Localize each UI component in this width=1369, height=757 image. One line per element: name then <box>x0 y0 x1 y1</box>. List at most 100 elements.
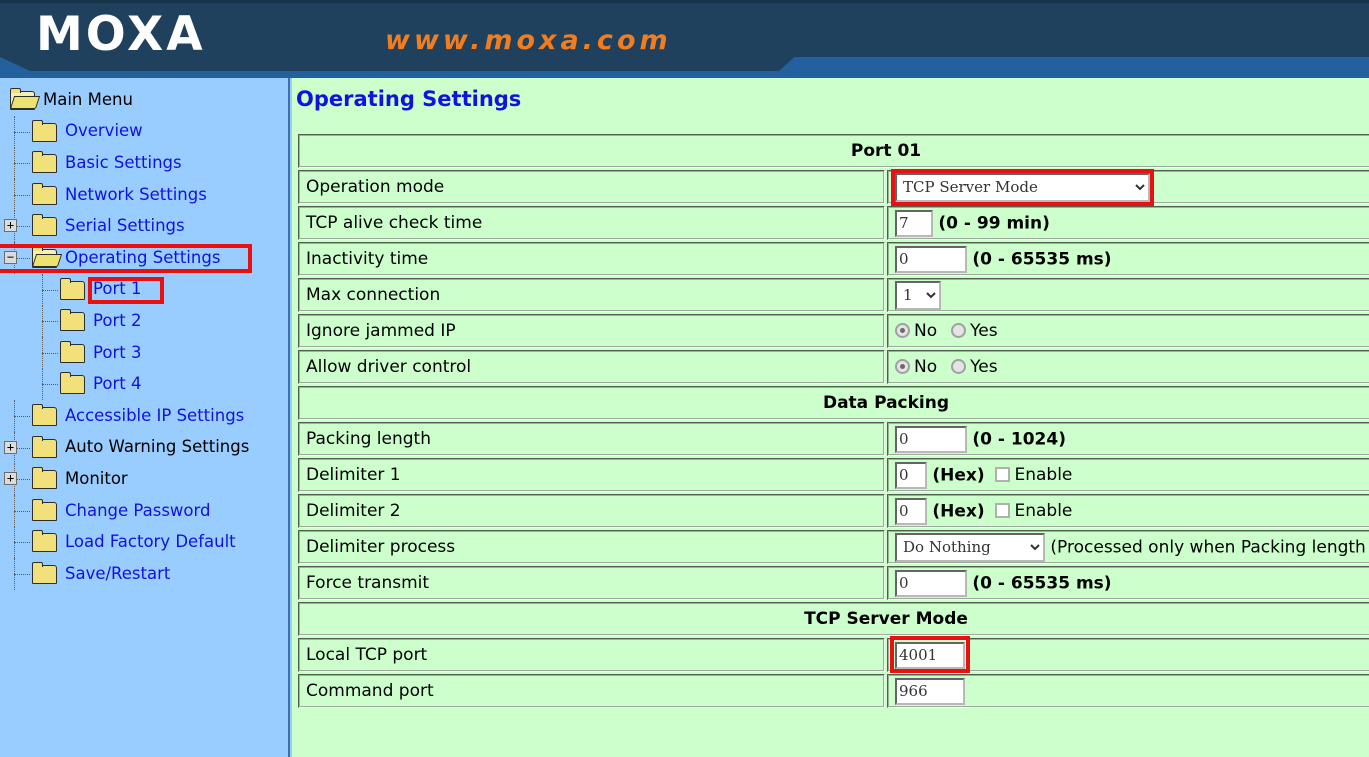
expand-icon[interactable]: + <box>4 219 17 232</box>
sidebar-item-network-settings[interactable]: Network Settings <box>0 179 288 211</box>
page-title: Operating Settings <box>296 87 521 111</box>
cell-local-tcp-port <box>887 638 1369 672</box>
sidebar-item-auto-warning-settings[interactable]: +Auto Warning Settings <box>0 432 288 464</box>
delimiter-1-enable-label: Enable <box>1014 465 1072 485</box>
sidebar-item-monitor[interactable]: + Monitor <box>0 463 288 495</box>
expand-icon[interactable]: + <box>4 472 17 485</box>
sidebar-item-label: Network Settings <box>65 185 207 205</box>
table-row-delimiter-2: Delimiter 2 (Hex) Enable <box>298 494 1369 528</box>
sidebar-item-port-1[interactable]: Port 1 <box>0 274 288 306</box>
sidebar-item-label: Basic Settings <box>65 153 182 173</box>
ignore-jammed-ip-label-no: No <box>914 321 937 341</box>
folder-icon <box>60 375 85 394</box>
tcp-alive-check-time-input[interactable] <box>895 210 933 237</box>
page-header: MOXA www.moxa.com <box>0 0 1369 78</box>
sidebar-item-label: Main Menu <box>43 90 133 110</box>
cell-delimiter-1: (Hex) Enable <box>887 458 1369 492</box>
section-header-row-data-packing: Data Packing <box>298 386 1369 420</box>
folder-icon <box>32 439 57 458</box>
sidebar-item-label: Save/Restart <box>65 564 170 584</box>
label-packing-length: Packing length <box>298 422 885 456</box>
sidebar-item-load-factory-default[interactable]: Load Factory Default <box>0 526 288 558</box>
sidebar-item-accessible-ip-settings[interactable]: Accessible IP Settings <box>0 400 288 432</box>
folder-icon <box>32 533 57 552</box>
sidebar-item-label: Port 2 <box>93 311 141 331</box>
sidebar-item-port-2[interactable]: Port 2 <box>0 305 288 337</box>
sidebar-item-main-menu[interactable]: Main Menu <box>0 84 288 116</box>
tree-connector-line <box>14 163 30 164</box>
operation-mode-select[interactable]: TCP Server Mode <box>895 173 1150 202</box>
allow-driver-control-radio-no[interactable] <box>895 359 910 374</box>
folder-icon <box>32 502 57 521</box>
open-folder-icon <box>32 249 57 268</box>
sidebar-item-operating-settings[interactable]: −Operating Settings <box>0 242 288 274</box>
table-row-tcp-alive: TCP alive check time (0 - 99 min) <box>298 206 1369 240</box>
sidebar-item-serial-settings[interactable]: + Serial Settings <box>0 210 288 242</box>
ignore-jammed-ip-radio-yes[interactable] <box>951 323 966 338</box>
label-delimiter-process: Delimiter process <box>298 530 885 564</box>
allow-driver-control-label-no: No <box>914 357 937 377</box>
tree-connector-line <box>42 353 58 354</box>
delimiter-1-input[interactable] <box>895 462 927 489</box>
collapse-icon[interactable]: − <box>4 251 17 264</box>
folder-icon <box>32 217 57 236</box>
sidebar-item-label: Accessible IP Settings <box>65 406 244 426</box>
folder-icon <box>60 281 85 300</box>
tree-connector-line <box>42 384 58 385</box>
table-row-operation-mode: Operation mode TCP Server Mode <box>298 170 1369 204</box>
sidebar-item-label: Monitor <box>65 469 128 489</box>
sidebar-item-port-3[interactable]: Port 3 <box>0 337 288 369</box>
delimiter-2-enable-checkbox[interactable] <box>995 503 1010 518</box>
sidebar-item-label: Serial Settings <box>65 216 185 236</box>
cell-force-transmit: (0 - 65535 ms) <box>887 566 1369 600</box>
inactivity-time-input[interactable] <box>895 246 967 273</box>
ignore-jammed-ip-radio-no[interactable] <box>895 323 910 338</box>
cell-max-connection: 1 <box>887 278 1369 312</box>
folder-icon <box>60 344 85 363</box>
delimiter-1-enable-checkbox[interactable] <box>995 467 1010 482</box>
tree-connector-line <box>14 416 30 417</box>
tree-connector-line <box>14 542 30 543</box>
label-force-transmit: Force transmit <box>298 566 885 600</box>
table-row-allow-driver-control: Allow driver control No Yes <box>298 350 1369 384</box>
sidebar-item-basic-settings[interactable]: Basic Settings <box>0 147 288 179</box>
table-row-delimiter-process: Delimiter process Do Nothing (Processed … <box>298 530 1369 564</box>
sidebar-item-overview[interactable]: Overview <box>0 116 288 148</box>
local-tcp-port-input[interactable] <box>895 642 965 669</box>
folder-icon <box>60 312 85 331</box>
ignore-jammed-ip-label-yes: Yes <box>970 321 997 341</box>
force-transmit-input[interactable] <box>895 570 967 597</box>
allow-driver-control-label-yes: Yes <box>970 357 997 377</box>
table-row-force-transmit: Force transmit (0 - 65535 ms) <box>298 566 1369 600</box>
label-delimiter-2: Delimiter 2 <box>298 494 885 528</box>
max-connection-select[interactable]: 1 <box>895 281 941 310</box>
label-local-tcp-port: Local TCP port <box>298 638 885 672</box>
label-allow-driver-control: Allow driver control <box>298 350 885 384</box>
expand-icon[interactable]: + <box>4 441 17 454</box>
table-row-packing-length: Packing length (0 - 1024) <box>298 422 1369 456</box>
folder-icon <box>32 565 57 584</box>
table-row-command-port: Command port <box>298 674 1369 708</box>
sidebar-item-change-password[interactable]: Change Password <box>0 495 288 527</box>
table-row-max-connection: Max connection 1 <box>298 278 1369 312</box>
section-port-label: Port 01 <box>298 134 1369 168</box>
hint-delimiter-2-hex: (Hex) <box>932 501 984 521</box>
delimiter-process-select[interactable]: Do Nothing <box>895 533 1045 562</box>
command-port-input[interactable] <box>895 678 965 705</box>
folder-icon <box>32 123 57 142</box>
cell-packing-length: (0 - 1024) <box>887 422 1369 456</box>
sidebar-item-label: Port 3 <box>93 343 141 363</box>
packing-length-input[interactable] <box>895 426 967 453</box>
sidebar-item-save-restart[interactable]: Save/Restart <box>0 558 288 590</box>
hint-delimiter-1-hex: (Hex) <box>932 465 984 485</box>
folder-icon <box>32 186 57 205</box>
hint-packing-length: (0 - 1024) <box>972 429 1066 449</box>
delimiter-2-input[interactable] <box>895 498 927 525</box>
label-command-port: Command port <box>298 674 885 708</box>
moxa-logo: MOXA <box>36 10 206 60</box>
sidebar-item-port-4[interactable]: Port 4 <box>0 368 288 400</box>
tree-connector-line <box>42 321 58 322</box>
delimiter-2-enable-label: Enable <box>1014 501 1072 521</box>
open-folder-icon <box>10 91 35 110</box>
allow-driver-control-radio-yes[interactable] <box>951 359 966 374</box>
